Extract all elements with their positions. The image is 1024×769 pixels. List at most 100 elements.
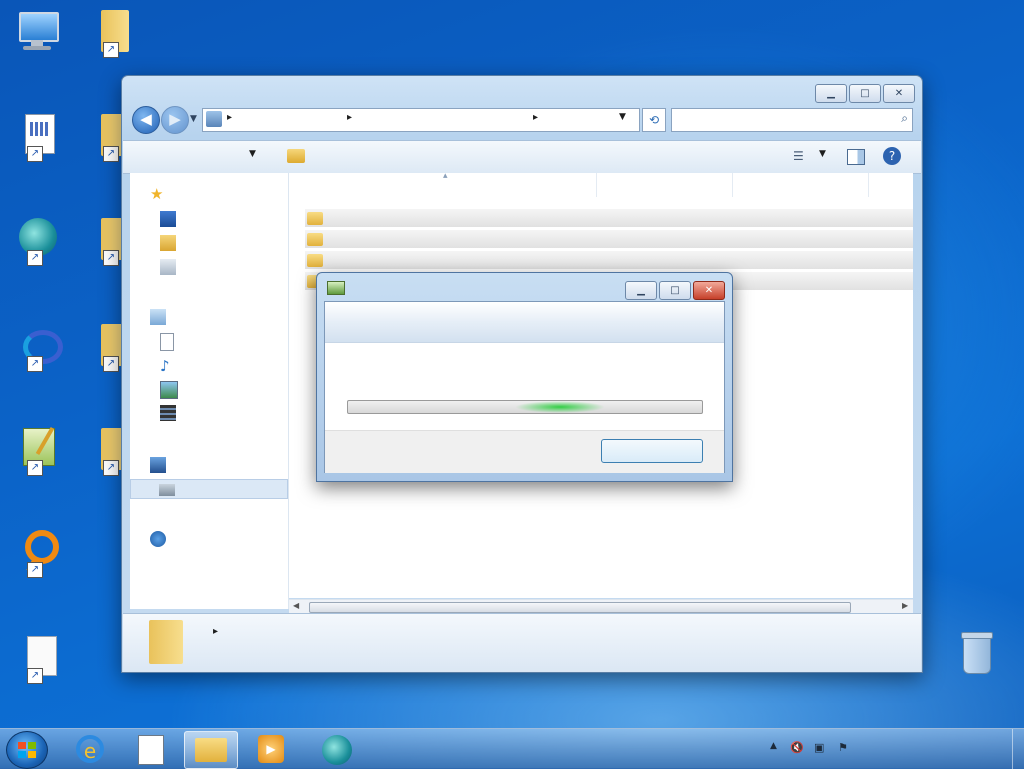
shortcut-arrow-icon: ↗ [27, 250, 43, 266]
desktop-icon-label [0, 59, 74, 72]
desktop-icon-computer[interactable] [0, 8, 74, 72]
nav-local-drive[interactable] [130, 479, 288, 499]
folder-icon: ↗ [87, 8, 135, 58]
volume-muted-icon[interactable]: 🔇 [790, 741, 804, 754]
desktop-icon-blank-file[interactable]: ↗ [0, 634, 74, 698]
shortcut-arrow-icon: ↗ [27, 562, 43, 578]
desktop-icon-label [0, 477, 74, 490]
copy-progress-dialog: ▁ □ ✕ [316, 272, 733, 482]
library-icon [287, 149, 305, 163]
notepad-icon: ↗ [13, 426, 61, 476]
horizontal-scrollbar[interactable]: ◀ ▶ [289, 599, 913, 614]
maximize-button[interactable]: □ [659, 281, 691, 300]
desktop-icon-folder-1[interactable]: ↗ [74, 8, 148, 72]
show-desktop-button[interactable] [1012, 729, 1024, 769]
nav-downloads[interactable] [130, 233, 288, 253]
minimize-button[interactable]: ▁ [625, 281, 657, 300]
table-row[interactable] [305, 251, 913, 270]
star-icon: ★ [150, 185, 164, 203]
nav-music[interactable]: ♪ [130, 355, 288, 375]
scroll-left-icon[interactable]: ◀ [293, 601, 299, 610]
folder-icon [307, 212, 323, 225]
desktop-icon-browser-app[interactable]: ↗ [0, 216, 74, 280]
shortcut-arrow-icon: ↗ [27, 460, 43, 476]
table-row[interactable] [305, 209, 913, 228]
downloads-folder-icon [160, 235, 176, 251]
column-header-name[interactable] [305, 173, 597, 197]
media-player-icon: ▶ [258, 735, 284, 763]
recent-pages-dropdown[interactable]: ▼ [190, 114, 197, 124]
address-dropdown-icon[interactable]: ▼ [619, 112, 626, 122]
libraries-icon [150, 309, 166, 325]
network-tray-icon[interactable]: ▣ [814, 741, 824, 754]
action-center-flag-icon[interactable]: ⚑ [838, 741, 848, 754]
navigation-pane: ★ ♪ [130, 173, 289, 609]
desktop-icon-label [938, 681, 1012, 694]
column-header-date[interactable] [597, 173, 733, 197]
nav-network[interactable] [130, 529, 288, 549]
taskbar-browser-app[interactable] [312, 731, 360, 767]
windows-logo-icon [18, 742, 26, 749]
view-options-icon[interactable]: ☰ [793, 149, 804, 165]
taskbar-windows-explorer[interactable] [184, 731, 238, 769]
desktop-icon-recycle-bin[interactable] [938, 630, 1012, 694]
nav-recent-places[interactable] [130, 257, 288, 277]
close-button[interactable]: ✕ [693, 281, 725, 300]
pictures-icon [160, 381, 178, 399]
nav-computer[interactable] [130, 455, 288, 475]
copy-dialog-icon [327, 281, 345, 295]
breadcrumb-separator-icon: ▸ [533, 112, 539, 123]
minimize-button[interactable]: ▁ [815, 84, 847, 103]
desktop-icon-orange-app[interactable]: ↗ [0, 528, 74, 592]
help-icon[interactable]: ? [883, 147, 901, 165]
scroll-right-icon[interactable]: ▶ [902, 601, 908, 610]
nav-videos[interactable] [130, 403, 288, 423]
address-bar[interactable]: ▸ ▸ ▸ ▼ [202, 108, 640, 132]
organize-dropdown-icon: ▼ [249, 149, 256, 159]
column-header-type[interactable] [733, 173, 869, 197]
desktop-icon-document[interactable]: ↗ [0, 112, 74, 176]
scrollbar-thumb[interactable] [309, 602, 851, 613]
computer-icon [206, 111, 222, 127]
notepad-icon [138, 735, 164, 765]
search-icon[interactable]: ⌕ [901, 111, 908, 126]
recycle-bin-icon [951, 630, 999, 678]
cancel-button[interactable] [601, 439, 703, 463]
column-header-size[interactable] [869, 173, 913, 197]
maximize-button[interactable]: □ [849, 84, 881, 103]
documents-icon [160, 333, 174, 351]
desktop-icon-label [0, 373, 74, 386]
start-button[interactable] [6, 731, 48, 769]
search-input[interactable]: ⌕ [671, 108, 913, 132]
desktop-icon-notepad-app[interactable]: ↗ [0, 426, 74, 490]
folder-icon [149, 620, 183, 664]
details-separator-icon: ▸ [213, 626, 219, 637]
forward-button[interactable]: ▶ [161, 106, 189, 134]
close-button[interactable]: ✕ [883, 84, 915, 103]
preview-pane-icon[interactable] [847, 149, 865, 165]
nav-pictures[interactable] [130, 379, 288, 399]
taskbar-internet-explorer[interactable]: e [66, 731, 114, 767]
desktop-icon-label [74, 59, 148, 72]
computer-icon [13, 8, 61, 56]
browser-app-icon: ↗ [13, 216, 61, 266]
view-dropdown-icon[interactable]: ▼ [819, 149, 826, 165]
show-hidden-icons-icon[interactable]: ▲ [770, 741, 777, 751]
nav-favorites[interactable]: ★ [130, 183, 288, 203]
windows-explorer-icon [195, 738, 227, 762]
back-button[interactable]: ◀ [132, 106, 160, 134]
browser-app-icon [322, 735, 352, 765]
infinity-app-icon: ↗ [13, 322, 63, 372]
table-row[interactable] [305, 230, 913, 249]
document-icon: ↗ [13, 112, 61, 162]
taskbar-media-player[interactable]: ▶ [246, 731, 294, 767]
refresh-icon[interactable]: ⟲ [642, 108, 666, 132]
nav-libraries[interactable] [130, 307, 288, 327]
taskbar-notepad[interactable] [126, 731, 174, 767]
shortcut-arrow-icon: ↗ [103, 356, 119, 372]
shortcut-arrow-icon: ↗ [27, 356, 43, 372]
nav-documents[interactable] [130, 331, 288, 351]
nav-desktop[interactable] [130, 209, 288, 229]
progress-glow [515, 401, 606, 413]
desktop-icon-app-blue[interactable]: ↗ [0, 322, 74, 386]
